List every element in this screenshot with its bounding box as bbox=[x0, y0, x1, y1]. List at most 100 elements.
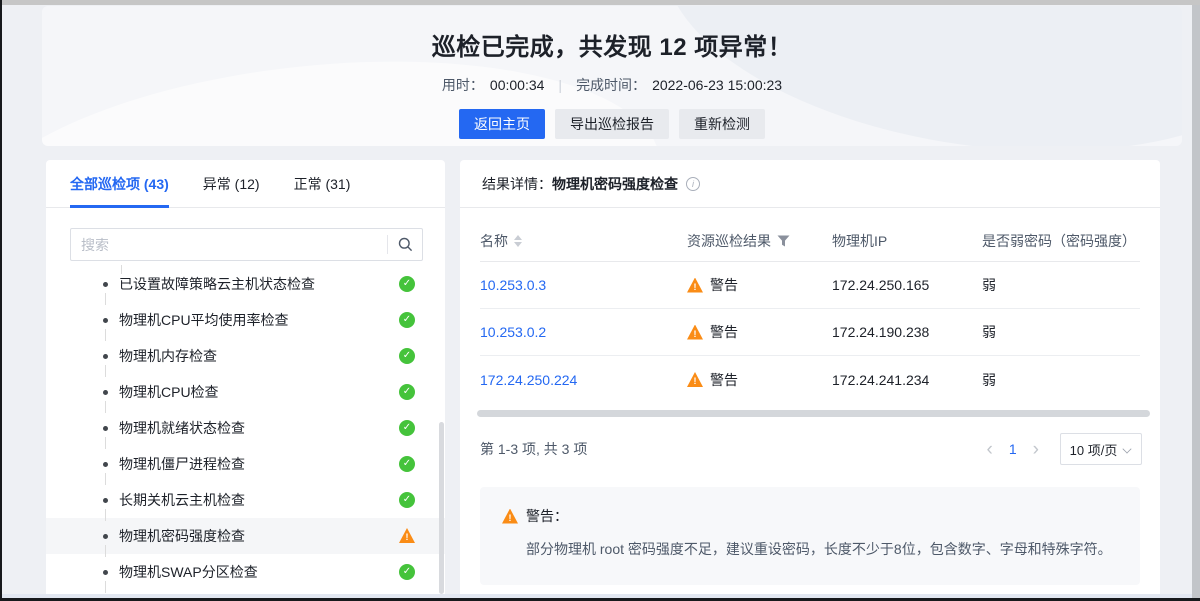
search-box bbox=[70, 228, 423, 261]
timeline-connector bbox=[105, 437, 106, 449]
weak-password-value: 弱 bbox=[982, 370, 1140, 390]
window-right-scrollbar[interactable] bbox=[1192, 5, 1200, 598]
table-row: 10.253.0.3 ! 警告 172.24.250.165 弱 bbox=[480, 262, 1140, 309]
tab-bar: 全部巡检项 (43) 异常 (12) 正常 (31) bbox=[46, 160, 445, 208]
success-icon: ✓ bbox=[399, 384, 415, 400]
success-icon: ✓ bbox=[399, 420, 415, 436]
bullet-icon bbox=[103, 318, 108, 323]
ip-value: 172.24.250.165 bbox=[832, 277, 982, 293]
title-suffix: 项异常！ bbox=[687, 34, 792, 61]
list-item[interactable]: 物理机内存检查 ✓ bbox=[46, 338, 445, 374]
table-horizontal-scrollbar[interactable] bbox=[477, 410, 1150, 417]
bullet-icon bbox=[103, 534, 108, 539]
bullet-icon bbox=[103, 390, 108, 395]
list-item[interactable]: 长期关机云主机检查 ✓ bbox=[46, 482, 445, 518]
list-item-selected[interactable]: 物理机密码强度检查 ! bbox=[46, 518, 445, 554]
timeline-connector bbox=[105, 581, 106, 593]
bullet-icon bbox=[103, 426, 108, 431]
detail-title-label: 结果详情： bbox=[482, 174, 552, 194]
detail-title-value: 物理机密码强度检查 bbox=[552, 174, 678, 194]
resource-link[interactable]: 172.24.250.224 bbox=[480, 372, 577, 388]
action-buttons: 返回主页 导出巡检报告 重新检测 bbox=[42, 109, 1182, 139]
finish-time-value: 2022-06-23 15:00:23 bbox=[652, 77, 782, 93]
page-size-select[interactable]: 10 项/页 bbox=[1060, 433, 1142, 465]
check-item-label: 物理机CPU检查 bbox=[119, 382, 219, 402]
inspection-summary-card: 巡检已完成，共发现 12 项异常！ 用时： 00:00:34 | 完成时间： 2… bbox=[42, 6, 1182, 146]
check-item-label: 长期关机云主机检查 bbox=[119, 490, 245, 510]
list-item[interactable]: 物理机SWAP分区检查 ✓ bbox=[46, 554, 445, 590]
success-icon: ✓ bbox=[399, 456, 415, 472]
export-report-button[interactable]: 导出巡检报告 bbox=[555, 109, 669, 139]
check-item-label: 物理机密码强度检查 bbox=[119, 526, 245, 546]
bullet-icon bbox=[103, 570, 108, 575]
weak-password-value: 弱 bbox=[982, 275, 1140, 295]
back-home-button[interactable]: 返回主页 bbox=[459, 109, 545, 139]
page-number[interactable]: 1 bbox=[1004, 441, 1022, 457]
pagination: 第 1-3 项, 共 3 项 ‹ 1 › 10 项/页 bbox=[480, 432, 1142, 466]
result-text: 警告 bbox=[710, 322, 738, 342]
timeline-connector bbox=[105, 293, 106, 305]
finish-time-label: 完成时间： bbox=[576, 75, 646, 95]
sort-icon[interactable] bbox=[514, 235, 522, 247]
check-item-list: 已设置故障策略云主机状态检查 ✓ 物理机CPU平均使用率检查 ✓ 物理机内存检查… bbox=[46, 266, 445, 590]
search-icon[interactable] bbox=[388, 229, 422, 260]
bullet-icon bbox=[103, 462, 108, 467]
success-icon: ✓ bbox=[399, 492, 415, 508]
filter-icon[interactable] bbox=[777, 235, 790, 247]
prev-page-icon[interactable]: ‹ bbox=[980, 440, 1000, 459]
next-page-icon[interactable]: › bbox=[1026, 440, 1046, 459]
list-item[interactable]: 物理机CPU检查 ✓ bbox=[46, 374, 445, 410]
success-icon: ✓ bbox=[399, 276, 415, 292]
result-text: 警告 bbox=[710, 275, 738, 295]
app-window: 巡检已完成，共发现 12 项异常！ 用时： 00:00:34 | 完成时间： 2… bbox=[0, 0, 1200, 601]
warning-icon: ! bbox=[687, 278, 703, 293]
column-ip: 物理机IP bbox=[832, 231, 982, 251]
info-icon[interactable]: i bbox=[686, 177, 700, 191]
weak-password-value: 弱 bbox=[982, 322, 1140, 342]
pagination-summary: 第 1-3 项, 共 3 项 bbox=[480, 439, 587, 459]
check-item-label: 物理机CPU平均使用率检查 bbox=[119, 310, 289, 330]
timeline-connector bbox=[105, 545, 106, 557]
list-item[interactable]: 物理机僵尸进程检查 ✓ bbox=[46, 446, 445, 482]
table-row: 10.253.0.2 ! 警告 172.24.190.238 弱 bbox=[480, 309, 1140, 356]
recheck-button[interactable]: 重新检测 bbox=[679, 109, 765, 139]
result-detail-panel: 结果详情： 物理机密码强度检查 i 名称 资源巡检结果 物理机IP 是否弱密码（… bbox=[460, 160, 1160, 594]
bullet-icon bbox=[103, 498, 108, 503]
check-list-panel: 全部巡检项 (43) 异常 (12) 正常 (31) 已设置故障策略云主机状态检… bbox=[46, 160, 445, 594]
list-item[interactable]: 物理机就绪状态检查 ✓ bbox=[46, 410, 445, 446]
page-title: 巡检已完成，共发现 12 项异常！ bbox=[42, 27, 1182, 62]
timeline-connector bbox=[105, 401, 106, 413]
check-item-label: 物理机就绪状态检查 bbox=[119, 418, 245, 438]
check-item-label: 已设置故障策略云主机状态检查 bbox=[119, 274, 315, 294]
chevron-down-icon bbox=[1123, 443, 1132, 452]
tab-abnormal[interactable]: 异常 (12) bbox=[203, 160, 260, 208]
tab-normal[interactable]: 正常 (31) bbox=[294, 160, 351, 208]
warning-icon: ! bbox=[687, 372, 703, 387]
inspection-meta: 用时： 00:00:34 | 完成时间： 2022-06-23 15:00:23 bbox=[42, 75, 1182, 95]
detail-header: 结果详情： 物理机密码强度检查 i bbox=[460, 160, 1160, 208]
resource-link[interactable]: 10.253.0.3 bbox=[480, 277, 546, 293]
column-name: 名称 bbox=[480, 231, 508, 251]
list-scrollbar[interactable] bbox=[439, 422, 444, 594]
page-size-value: 10 项/页 bbox=[1070, 440, 1118, 459]
resource-link[interactable]: 10.253.0.2 bbox=[480, 324, 546, 340]
list-item[interactable]: 已设置故障策略云主机状态检查 ✓ bbox=[46, 266, 445, 302]
result-table: 名称 资源巡检结果 物理机IP 是否弱密码（密码强度） 10.253.0.3 !… bbox=[480, 220, 1140, 403]
window-top-scrollbar[interactable] bbox=[2, 0, 1200, 5]
warning-body: 部分物理机 root 密码强度不足，建议重设密码，长度不少于8位，包含数字、字母… bbox=[502, 539, 1118, 560]
timeline-connector bbox=[105, 509, 106, 521]
success-icon: ✓ bbox=[399, 348, 415, 364]
warning-icon: ! bbox=[399, 528, 415, 543]
anomaly-count: 12 bbox=[659, 34, 687, 61]
check-item-label: 物理机内存检查 bbox=[119, 346, 217, 366]
search-input[interactable] bbox=[71, 237, 387, 253]
list-item[interactable]: 物理机CPU平均使用率检查 ✓ bbox=[46, 302, 445, 338]
ip-value: 172.24.241.234 bbox=[832, 372, 982, 388]
warning-icon: ! bbox=[687, 325, 703, 340]
success-icon: ✓ bbox=[399, 564, 415, 580]
bullet-icon bbox=[103, 282, 108, 287]
tab-all-items[interactable]: 全部巡检项 (43) bbox=[70, 160, 169, 208]
success-icon: ✓ bbox=[399, 312, 415, 328]
ip-value: 172.24.190.238 bbox=[832, 324, 982, 340]
bullet-icon bbox=[103, 354, 108, 359]
